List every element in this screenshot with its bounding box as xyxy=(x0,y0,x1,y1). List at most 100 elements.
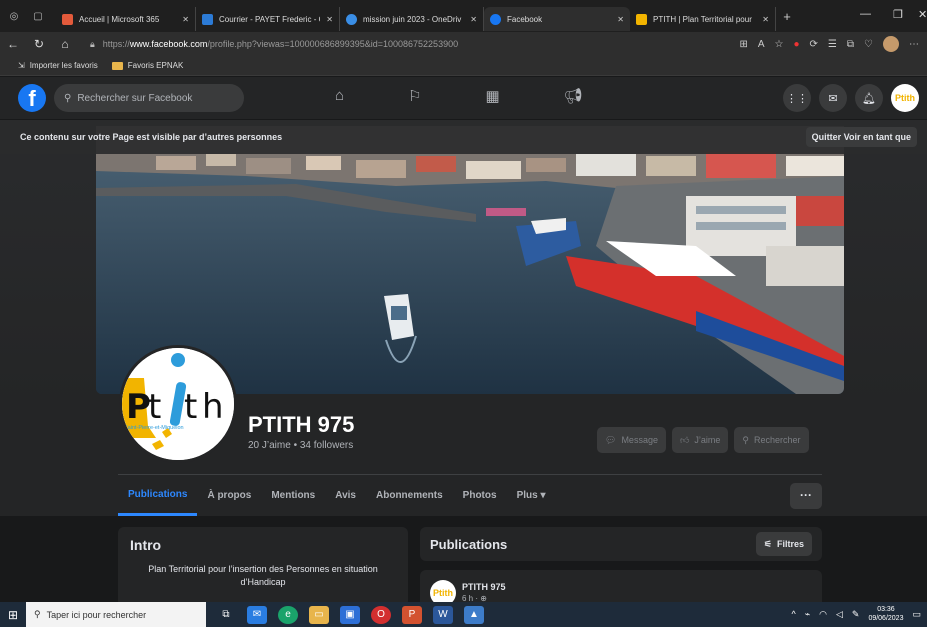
tab-actions-icon[interactable]: ▢ xyxy=(28,6,48,26)
menu-grid-icon[interactable]: ⋮⋮ xyxy=(783,84,811,112)
filters-button[interactable]: ⚟ Filtres xyxy=(755,532,812,556)
close-icon[interactable]: ✕ xyxy=(470,15,477,24)
favorites-icon[interactable]: ☰ xyxy=(828,39,837,50)
bookmark-import[interactable]: ⇲ Importer les favoris xyxy=(18,61,98,70)
more-options-button[interactable]: ··· xyxy=(790,483,822,509)
system-tray: ^ ⌁ ◠ ◁ ✎ 03:36 09/06/2023 ▭ xyxy=(791,605,921,623)
tab-subscriptions[interactable]: Abonnements xyxy=(366,475,453,516)
app-available-icon[interactable]: ⊞ xyxy=(739,39,747,50)
like-button[interactable]: 👍︎ J’aime xyxy=(671,427,729,453)
tab-mentions[interactable]: Mentions xyxy=(261,475,325,516)
notifications-icon[interactable]: ▭ xyxy=(912,609,921,620)
restore-icon[interactable]: ❐ xyxy=(893,8,903,21)
exit-view-as-button[interactable]: Quitter Voir en tant que xyxy=(805,127,917,147)
profile-avatar[interactable] xyxy=(883,36,899,52)
notice-text: Ce contenu sur votre Page est visible pa… xyxy=(20,132,283,142)
network-icon[interactable]: ⌁ xyxy=(805,609,810,620)
word-icon[interactable]: W xyxy=(433,605,453,624)
tab-publications[interactable]: Publications xyxy=(118,475,198,516)
browser-tab-facebook[interactable]: Facebook ✕ xyxy=(484,7,630,31)
url-field[interactable]: 🔒︎ https://www.facebook.com/profile.php?… xyxy=(90,39,458,50)
opera-icon[interactable]: O xyxy=(371,605,391,624)
publications-title: Publications xyxy=(430,537,508,552)
clock[interactable]: 03:36 09/06/2023 xyxy=(868,605,903,623)
close-window-icon[interactable]: ✕ xyxy=(918,8,927,21)
collections-icon[interactable]: ⧉ xyxy=(847,39,854,50)
flag-pages-icon[interactable]: ⚐ xyxy=(408,87,421,105)
message-button[interactable]: 💬︎ Message xyxy=(597,427,666,453)
tab-more[interactable]: Plus ▾ xyxy=(507,475,556,516)
notifications-bell-icon[interactable]: 🔔︎ xyxy=(855,84,883,112)
bookmark-label: Importer les favoris xyxy=(29,61,98,70)
lock-icon: 🔒︎ xyxy=(90,38,95,49)
file-explorer-icon[interactable]: ▭ xyxy=(309,605,329,624)
facebook-search-input[interactable]: ⚲ Rechercher sur Facebook xyxy=(54,84,244,112)
pen-icon[interactable]: ✎ xyxy=(852,609,860,620)
search-icon: ⚲ xyxy=(64,92,72,104)
read-aloud-icon[interactable]: A xyxy=(758,39,765,50)
extensions-icon[interactable]: ⟳ xyxy=(810,39,818,50)
browser-tab-onedrive[interactable]: mission juin 2023 - OneDriv ✕ xyxy=(340,7,484,31)
intro-title: Intro xyxy=(130,537,162,553)
button-label: J’aime xyxy=(694,435,721,445)
favorite-star-icon[interactable]: ☆ xyxy=(775,39,784,50)
page-profile-picture[interactable]: P t t h Ptith Saint-Pierre-et-Miquelon xyxy=(119,345,237,463)
minimize-icon[interactable]: — xyxy=(860,8,871,20)
messenger-icon: 💬︎ xyxy=(605,434,617,445)
close-icon[interactable]: ✕ xyxy=(762,15,769,24)
extension-icon[interactable]: ● xyxy=(793,39,799,50)
ptith-icon xyxy=(636,13,647,25)
home-icon[interactable]: ⌂ xyxy=(52,37,78,51)
account-avatar[interactable]: Ptith xyxy=(891,84,919,112)
tab-photos[interactable]: Photos xyxy=(453,475,507,516)
address-bar: ← ↻ ⌂ 🔒︎ https://www.facebook.com/profil… xyxy=(0,32,927,56)
settings-more-icon[interactable]: ⋯ xyxy=(909,39,919,50)
chevron-up-icon[interactable]: ^ xyxy=(791,609,795,619)
tab-label: Facebook xyxy=(507,14,543,24)
workspaces-icon[interactable]: ◎ xyxy=(4,6,24,26)
url-path: /profile.php?viewas=100000686899395&id=1… xyxy=(207,39,459,49)
intro-description: Plan Territorial pour l’insertion des Pe… xyxy=(148,564,378,587)
close-icon[interactable]: ✕ xyxy=(617,15,624,24)
facebook-header: f ⚲ Rechercher sur Facebook ⌂ ⚐ ▦ 📢︎ ⋮⋮ … xyxy=(0,77,927,119)
facebook-logo-icon[interactable]: f xyxy=(18,84,46,112)
intro-card: Intro Plan Territorial pour l’insertion … xyxy=(118,527,408,607)
volume-icon[interactable]: ◁ xyxy=(836,609,843,620)
refresh-icon[interactable]: ↻ xyxy=(26,37,52,51)
ads-megaphone-icon[interactable]: 📢︎ xyxy=(564,87,583,105)
store-icon[interactable]: ▣ xyxy=(340,605,360,624)
browser-tab-m365[interactable]: Accueil | Microsoft 365 ✕ xyxy=(56,7,196,31)
search-page-button[interactable]: ⚲ Rechercher xyxy=(734,427,809,453)
folder-icon xyxy=(111,61,123,70)
edge-browser-icon[interactable]: e xyxy=(278,605,298,624)
copilot-icon[interactable]: ♡ xyxy=(864,39,873,50)
search-placeholder: Rechercher sur Facebook xyxy=(77,92,193,104)
insights-icon[interactable]: ▦ xyxy=(486,87,500,105)
browser-tab-ptith[interactable]: PTITH | Plan Territorial pour ✕ xyxy=(630,7,776,31)
onedrive-icon xyxy=(346,13,357,25)
taskbar-search-input[interactable]: ⚲ Taper ici pour rechercher xyxy=(26,602,206,627)
tab-reviews[interactable]: Avis xyxy=(325,475,366,516)
task-view-icon[interactable]: ⧉ xyxy=(216,606,236,624)
messenger-icon[interactable]: ✉ xyxy=(819,84,847,112)
close-icon[interactable]: ✕ xyxy=(326,15,333,24)
bookmarks-bar: ⇲ Importer les favoris Favoris EPNAK xyxy=(0,56,927,76)
bookmark-folder-epnak[interactable]: Favoris EPNAK xyxy=(111,61,183,70)
wifi-icon[interactable]: ◠ xyxy=(819,609,827,620)
search-icon: ⚲ xyxy=(34,609,41,619)
post-author-name[interactable]: PTITH 975 xyxy=(462,582,506,592)
page-tabs: Publications À propos Mentions Avis Abon… xyxy=(118,474,822,516)
new-tab-button[interactable]: + xyxy=(776,9,798,24)
photos-icon[interactable]: ▲ xyxy=(464,605,484,624)
windows-start-icon[interactable]: ⊞ xyxy=(0,608,26,622)
tab-about[interactable]: À propos xyxy=(197,475,261,516)
back-icon[interactable]: ← xyxy=(0,37,26,51)
browser-toolbar-icons: ⊞ A ☆ ● ⟳ ☰ ⧉ ♡ ⋯ xyxy=(739,36,919,52)
powerpoint-icon[interactable]: P xyxy=(402,605,422,624)
page-title: PTITH 975 xyxy=(248,412,355,437)
browser-tab-outlook[interactable]: Courrier - PAYET Frederic - C ✕ xyxy=(196,7,340,31)
home-nav-icon[interactable]: ⌂ xyxy=(335,87,344,105)
avatar-subtitle: Saint-Pierre-et-Miquelon xyxy=(124,425,184,431)
close-icon[interactable]: ✕ xyxy=(182,15,189,24)
mail-icon[interactable]: ✉ xyxy=(247,605,267,624)
